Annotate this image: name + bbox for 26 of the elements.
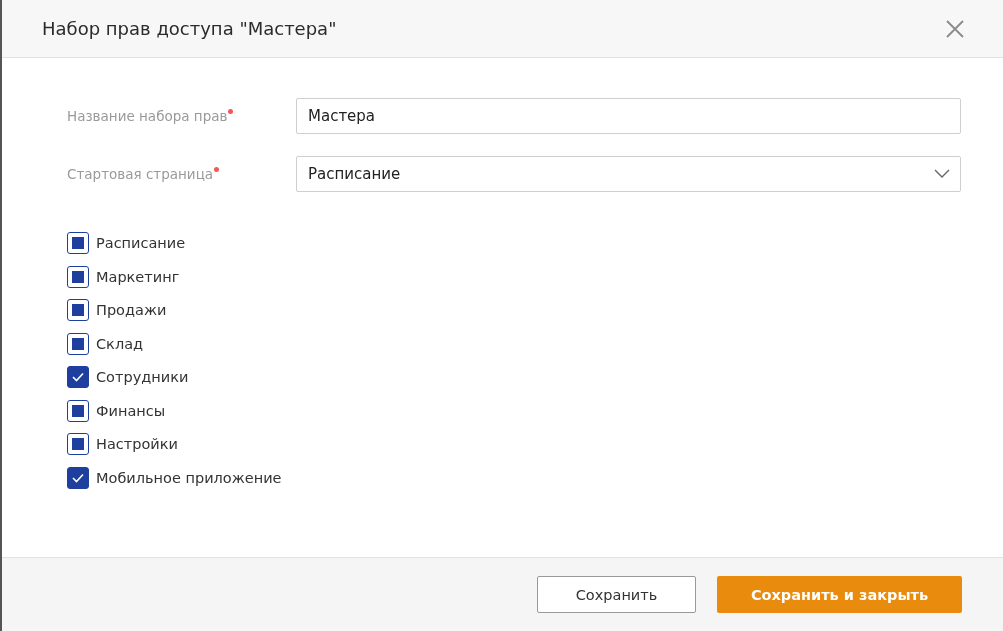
window-title: Набор прав доступа "Мастера" [42,18,337,39]
checkbox[interactable] [67,366,89,389]
checkbox-label: Склад [96,335,144,352]
close-icon[interactable] [946,19,964,38]
checkmark-icon [71,371,85,384]
checkbox[interactable] [67,399,89,422]
checkbox[interactable] [67,265,89,288]
save-button[interactable]: Сохранить [537,576,696,613]
checkbox-label: Продажи [96,302,167,319]
checkbox[interactable] [67,232,89,255]
checkbox-label: Маркетинг [96,268,180,285]
field-label: Стартовая страница [67,166,296,182]
checkmark-icon [71,471,85,484]
checkbox-label: Сотрудники [96,369,189,386]
checkbox-label: Настройки [96,436,178,453]
checkbox[interactable] [67,332,89,355]
checkbox[interactable] [67,433,89,456]
checkbox[interactable] [67,466,89,489]
field-label: Название набора прав [67,108,296,124]
chevron-down-icon [934,169,950,179]
input-field[interactable]: Мастера [296,98,961,134]
checkbox-label: Финансы [96,402,166,419]
checkbox-label: Мобильное приложение [96,469,282,486]
checkbox-label: Расписание [96,235,186,252]
checkbox[interactable] [67,299,89,322]
dropdown-field[interactable]: Расписание [296,156,961,192]
